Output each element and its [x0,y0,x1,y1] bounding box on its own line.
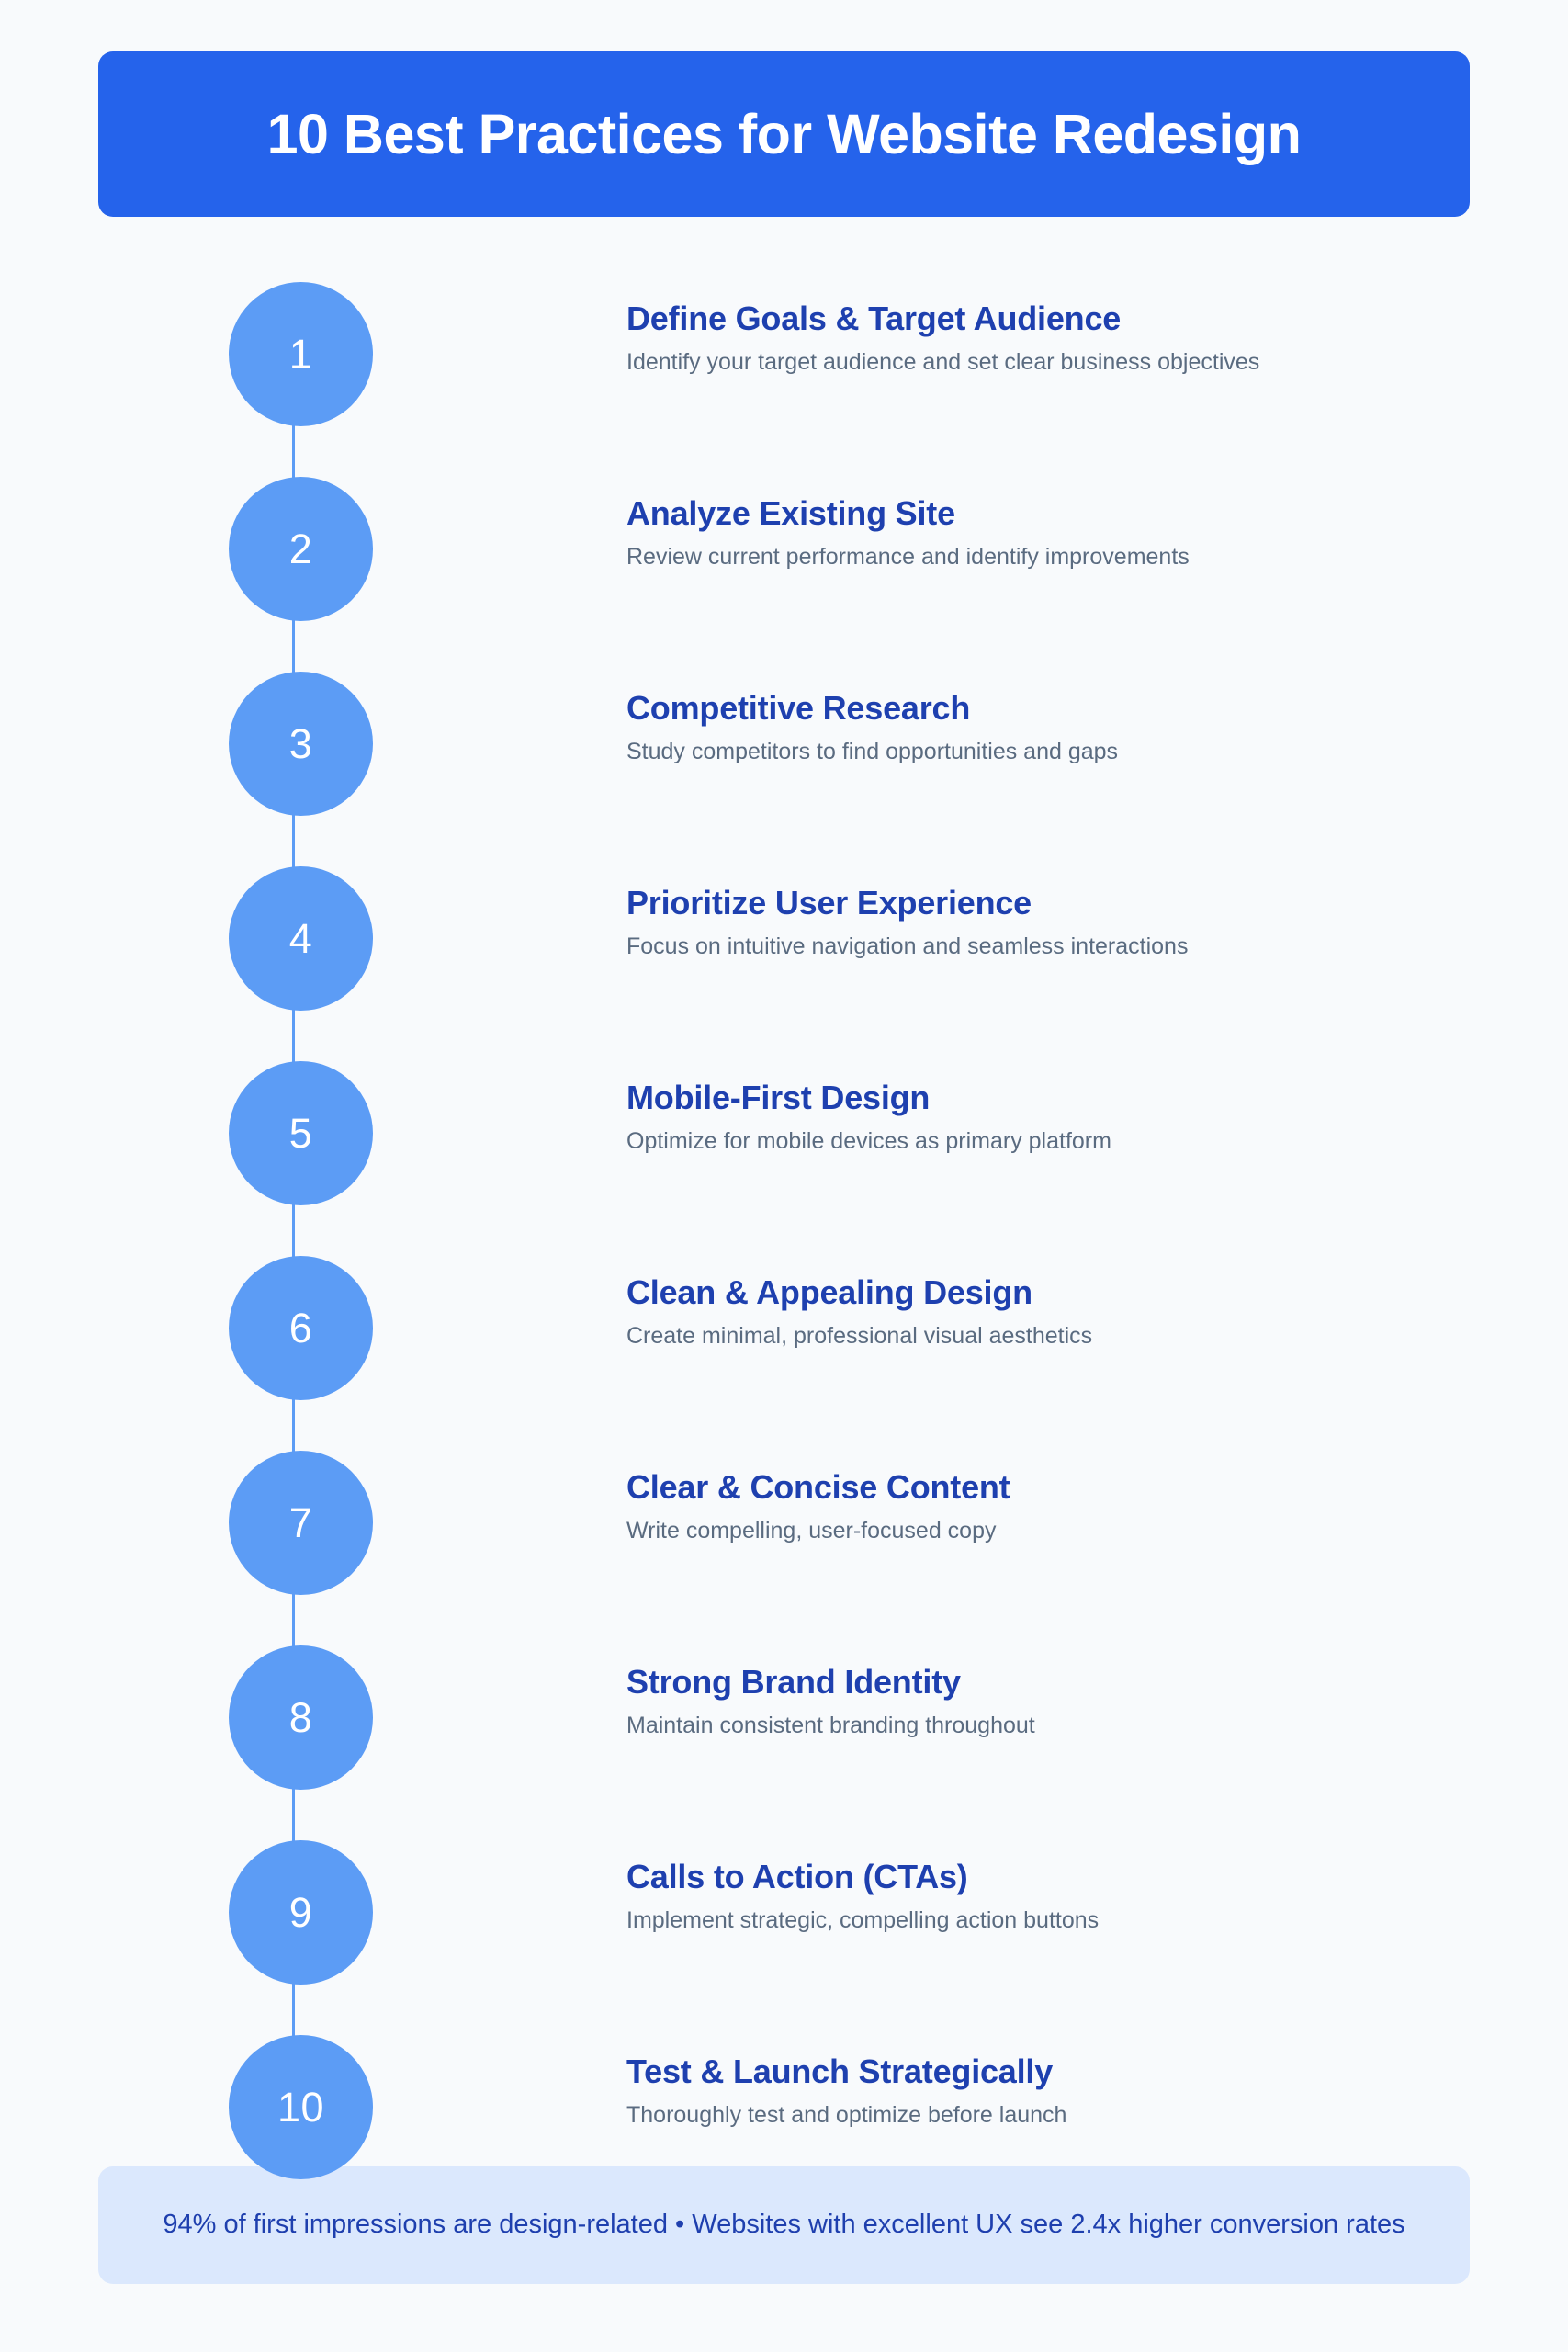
step-number-circle: 8 [229,1645,373,1790]
step-description: Optimize for mobile devices as primary p… [626,1128,1111,1154]
step-description: Review current performance and identify … [626,544,1190,570]
step-title: Mobile-First Design [626,1079,931,1116]
step-rail: 5 [220,1051,373,1343]
step-number-circle: 6 [229,1256,373,1400]
page-title: 10 Best Practices for Website Redesign [266,102,1302,165]
step-title: Test & Launch Strategically [626,2052,1054,2090]
step-rail: 8 [220,1635,373,1928]
step-number-label: 3 [288,720,313,767]
step-number-label: 9 [288,1889,313,1936]
step-description: Identify your target audience and set cl… [626,349,1260,375]
step-title: Define Goals & Target Audience [626,300,1122,337]
step-number-circle: 3 [229,672,373,816]
step-content: Clear & Concise Content Write compelling,… [626,1466,1499,1546]
infographic-page: 10 Best Practices for Website Redesign 1… [0,0,1568,2352]
step-number-circle: 1 [229,282,373,426]
step-content: Strong Brand Identity Maintain consistent… [626,1661,1499,1741]
step-number-label: 2 [288,526,313,572]
step-description: Focus on intuitive navigation and seamle… [626,933,1189,959]
timeline-step: 1 Define Goals & Target Audience Identify … [0,272,1568,564]
step-title: Prioritize User Experience [626,884,1032,922]
step-title: Strong Brand Identity [626,1663,961,1701]
step-title: Clear & Concise Content [626,1468,1010,1506]
timeline-step: 8 Strong Brand Identity Maintain consisten… [0,1635,1568,1928]
step-rail: 4 [220,856,373,1148]
step-content: Test & Launch Strategically Thoroughly te… [626,2051,1499,2131]
step-description: Thoroughly test and optimize before laun… [626,2102,1067,2128]
step-content: Define Goals & Target Audience Identify y… [626,298,1499,378]
step-content: Competitive Research Study competitors to… [626,687,1499,767]
step-number-label: 5 [288,1110,313,1157]
step-number-label: 1 [288,331,313,378]
step-number-label: 6 [288,1305,313,1351]
timeline-step: 6 Clean & Appealing Design Create minimal,… [0,1246,1568,1538]
timeline-step: 2 Analyze Existing Site Review current per… [0,467,1568,759]
timeline-step: 7 Clear & Concise Content Write compelling… [0,1441,1568,1733]
step-rail: 7 [220,1441,373,1733]
step-number-circle: 4 [229,866,373,1011]
step-rail: 2 [220,467,373,759]
step-description: Write compelling, user-focused copy [626,1518,997,1544]
step-number-circle: 9 [229,1840,373,1984]
step-content: Prioritize User Experience Focus on intui… [626,882,1499,962]
step-description: Study competitors to find opportunities … [626,739,1119,764]
footer-statistics-text: 94% of first impressions are design-rela… [163,2210,1405,2240]
step-title: Clean & Appealing Design [626,1273,1032,1311]
step-title: Calls to Action (CTAs) [626,1858,968,1895]
step-number-label: 8 [288,1694,313,1741]
step-number-circle: 7 [229,1451,373,1595]
step-content: Calls to Action (CTAs) Implement strategi… [626,1856,1499,1936]
step-content: Mobile-First Design Optimize for mobile d… [626,1077,1499,1157]
step-title: Competitive Research [626,689,971,727]
step-description: Implement strategic, compelling action b… [626,1907,1100,1933]
step-rail: 9 [220,1830,373,2122]
step-number-circle: 10 [229,2035,373,2179]
step-number-label: 10 [276,2084,325,2131]
footer-banner: 94% of first impressions are design-rela… [98,2166,1470,2284]
header-banner: 10 Best Practices for Website Redesign [98,51,1470,217]
timeline-step: 4 Prioritize User Experience Focus on intu… [0,856,1568,1148]
timeline-step: 3 Competitive Research Study competitors t… [0,662,1568,954]
step-content: Analyze Existing Site Review current perf… [626,492,1499,572]
timeline-step: 9 Calls to Action (CTAs) Implement strateg… [0,1830,1568,2122]
steps-timeline: 1 Define Goals & Target Audience Identify … [0,272,1568,2220]
step-rail: 6 [220,1246,373,1538]
step-description: Maintain consistent branding throughout [626,1713,1035,1738]
step-description: Create minimal, professional visual aest… [626,1323,1093,1349]
step-title: Analyze Existing Site [626,494,955,532]
step-number-circle: 5 [229,1061,373,1205]
step-rail: 3 [220,662,373,954]
step-number-label: 7 [288,1499,313,1546]
step-rail: 1 [220,272,373,564]
step-content: Clean & Appealing Design Create minimal, … [626,1272,1499,1351]
step-number-circle: 2 [229,477,373,621]
timeline-step: 5 Mobile-First Design Optimize for mobile … [0,1051,1568,1343]
step-number-label: 4 [288,915,313,962]
